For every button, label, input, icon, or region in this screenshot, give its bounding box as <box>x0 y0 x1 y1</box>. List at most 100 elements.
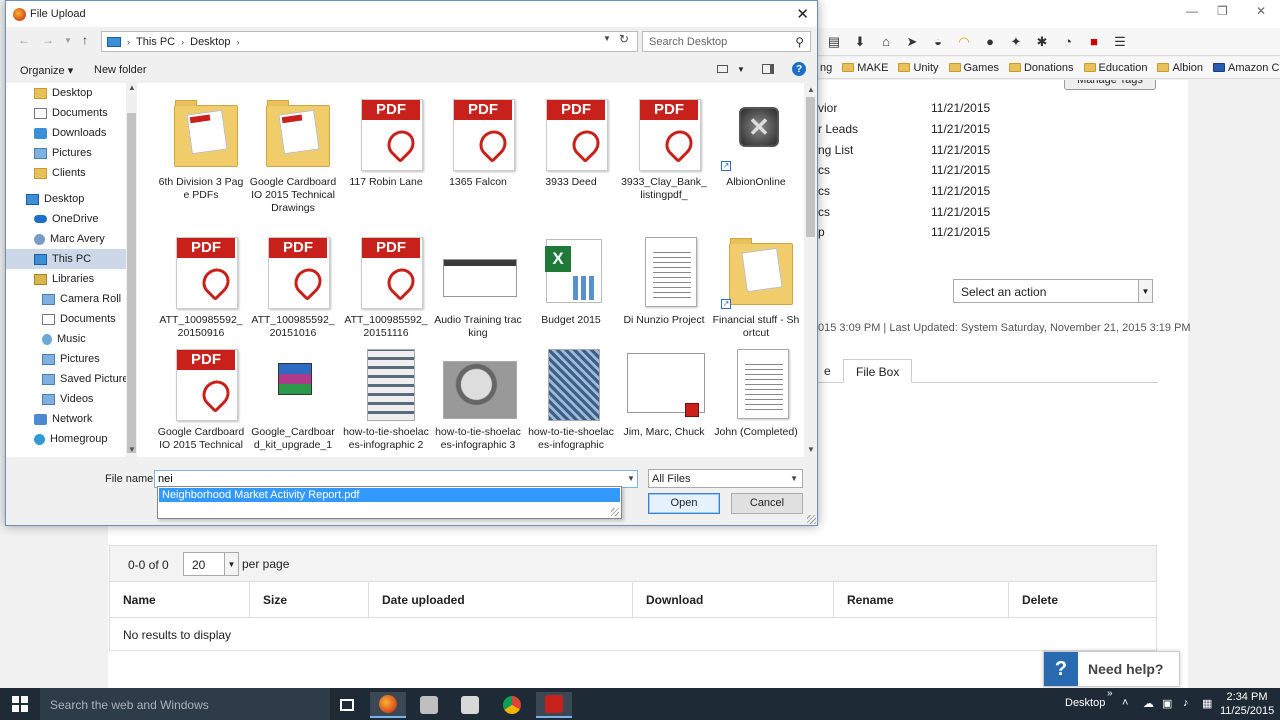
file-list-scrollbar[interactable]: ▲ ▼ <box>804 83 817 457</box>
taskbar-app[interactable] <box>411 692 447 718</box>
nav-item-user[interactable]: Marc Avery <box>34 229 105 249</box>
task-view-button[interactable] <box>329 692 365 718</box>
cancel-button[interactable]: Cancel <box>731 493 803 514</box>
scrollbar-thumb[interactable] <box>127 113 136 453</box>
reading-list-icon[interactable]: ▤ <box>826 34 842 50</box>
file-item[interactable]: PDF 1365 Falcon <box>434 95 522 215</box>
table-row[interactable]: cs 11/21/2015 <box>818 160 1188 180</box>
file-item[interactable]: John (Completed) <box>712 345 800 457</box>
file-type-select[interactable]: All Files ▼ <box>648 469 803 488</box>
restore-icon[interactable]: ❐ <box>1217 4 1228 18</box>
file-item[interactable]: how-to-tie-shoelaces-infographic <box>527 345 615 457</box>
volume-icon[interactable]: ♪ <box>1183 697 1189 709</box>
extension-icon[interactable]: ✦ <box>1008 34 1024 50</box>
send-icon[interactable]: ➤ <box>904 34 920 50</box>
bug-icon[interactable]: ✱ <box>1034 34 1050 50</box>
nav-item-clients[interactable]: Clients✎ <box>34 163 86 183</box>
file-item[interactable]: PDF ATT_100985592_20151116 <box>342 233 430 353</box>
table-row[interactable]: r Leads 11/21/2015 <box>818 119 1188 139</box>
column-header[interactable]: Download <box>633 582 834 618</box>
file-item[interactable]: ↗ Financial stuff - Shortcut <box>712 233 800 353</box>
chevron-up-icon[interactable]: » <box>1107 688 1113 699</box>
nav-item-desktop-root[interactable]: Desktop <box>26 189 84 209</box>
file-item[interactable]: how-to-tie-shoelaces-infographic 2 <box>342 345 430 457</box>
bookmark-item[interactable]: MAKE <box>842 62 888 74</box>
scroll-down-icon[interactable]: ▼ <box>807 445 815 454</box>
taskbar-chrome[interactable] <box>494 692 530 718</box>
nav-item-music[interactable]: Music <box>42 329 86 349</box>
bookmark-item[interactable]: Donations <box>1008 62 1074 74</box>
column-header[interactable]: Date uploaded <box>369 582 633 618</box>
bookmark-item[interactable]: Amazon Cloud <box>1213 62 1280 74</box>
file-item[interactable]: PDF 3933_Clay_Bank_listingpdf_ <box>620 95 708 215</box>
system-clock[interactable]: 2:34 PM 11/25/2015 <box>1220 690 1274 718</box>
nav-item-downloads[interactable]: Downloads✎ <box>34 123 106 143</box>
column-header[interactable]: Name <box>110 582 250 618</box>
lastpass-icon[interactable]: ■ <box>1086 34 1102 50</box>
file-item[interactable]: how-to-tie-shoelaces-infographic 3 <box>434 345 522 457</box>
chevron-up-icon[interactable]: ˄ <box>1122 697 1128 709</box>
bookmark-item[interactable]: ng <box>820 62 832 74</box>
manage-tags-button[interactable]: Manage Tags <box>1064 80 1156 90</box>
nav-item-documents[interactable]: Documents✎ <box>34 103 108 123</box>
taskbar-app[interactable] <box>536 692 572 718</box>
bookmark-item[interactable]: Albion <box>1157 62 1203 74</box>
chevron-down-icon[interactable]: ▼ <box>737 65 745 74</box>
scroll-up-icon[interactable]: ▲ <box>128 83 136 92</box>
forward-arrow-icon[interactable]: → <box>42 33 54 47</box>
scroll-up-icon[interactable]: ▲ <box>807 85 815 94</box>
open-button[interactable]: Open <box>648 493 720 514</box>
home-icon[interactable]: ⌂ <box>878 34 894 50</box>
menu-icon[interactable]: ☰ <box>1112 34 1128 50</box>
need-help-button[interactable]: ? Need help? <box>1043 651 1180 687</box>
rainbow-icon[interactable]: ◠ <box>956 34 972 50</box>
column-header[interactable]: Delete <box>1009 582 1157 618</box>
new-folder-button[interactable]: New folder <box>94 64 147 76</box>
timer-icon[interactable]: ◔ <box>1060 34 1076 50</box>
file-item[interactable]: Di Nunzio Project <box>620 233 708 353</box>
help-icon[interactable]: ? <box>792 62 806 76</box>
resize-grip-icon[interactable] <box>807 515 816 524</box>
close-icon[interactable]: ✕ <box>1256 4 1266 18</box>
network-icon[interactable]: ▣ <box>1162 697 1172 710</box>
minimize-icon[interactable]: — <box>1186 4 1198 18</box>
pocket-icon[interactable]: ◒ <box>930 34 946 50</box>
scroll-down-icon[interactable]: ▼ <box>128 445 136 454</box>
organize-button[interactable]: Organize ▾ <box>20 64 73 77</box>
bookmark-item[interactable]: Education <box>1083 62 1147 74</box>
onedrive-icon[interactable]: ☁ <box>1143 697 1154 710</box>
table-row[interactable]: cs 11/21/2015 <box>818 181 1188 201</box>
nav-item-pictures[interactable]: Pictures✎ <box>34 143 92 163</box>
file-item[interactable]: 6th Division 3 Page PDFs <box>157 95 245 215</box>
chevron-down-icon[interactable]: ▼ <box>627 474 635 483</box>
preview-pane-icon[interactable] <box>762 64 774 74</box>
table-row[interactable]: p 11/21/2015 <box>818 222 1188 242</box>
nav-item-lib-pictures[interactable]: Pictures <box>42 349 100 369</box>
taskbar-search-input[interactable]: Search the web and Windows <box>40 688 330 720</box>
nav-item-network[interactable]: Network <box>34 409 92 429</box>
per-page-select[interactable]: 20 ▼ <box>183 552 239 576</box>
nav-item-videos[interactable]: Videos <box>42 389 93 409</box>
nav-item-desktop[interactable]: Desktop✎ <box>34 83 92 103</box>
refresh-icon[interactable]: ↻ <box>619 32 629 46</box>
file-item[interactable]: Google_Cardboard_kit_upgrade_1 <box>249 345 337 457</box>
search-input[interactable]: Search Desktop ⚲ <box>642 31 811 52</box>
breadcrumb-desktop[interactable]: Desktop <box>190 36 230 48</box>
nav-scrollbar[interactable]: ▲ ▼ <box>126 83 137 457</box>
file-item[interactable]: Jim, Marc, Chuck <box>620 345 708 457</box>
start-button[interactable] <box>0 688 40 720</box>
file-item[interactable]: Google Cardboard IO 2015 Technical Drawi… <box>249 95 337 215</box>
nav-item-lib-documents[interactable]: Documents <box>42 309 116 329</box>
chevron-down-icon[interactable]: ▼ <box>603 34 611 43</box>
keyboard-icon[interactable]: ▦ <box>1202 697 1212 710</box>
taskbar-app[interactable] <box>452 692 488 718</box>
download-icon[interactable]: ⬇ <box>852 34 868 50</box>
close-icon[interactable]: ✕ <box>796 5 809 23</box>
chat-icon[interactable]: ● <box>982 34 998 50</box>
breadcrumb-this-pc[interactable]: This PC <box>136 36 175 48</box>
action-select[interactable]: Select an action ▼ <box>953 279 1153 303</box>
bookmark-item[interactable]: Unity <box>898 62 939 74</box>
file-item[interactable]: PDF 117 Robin Lane <box>342 95 430 215</box>
table-row[interactable]: ng List 11/21/2015 <box>818 140 1188 160</box>
file-item[interactable]: PDF ATT_100985592_20150916 <box>157 233 245 353</box>
